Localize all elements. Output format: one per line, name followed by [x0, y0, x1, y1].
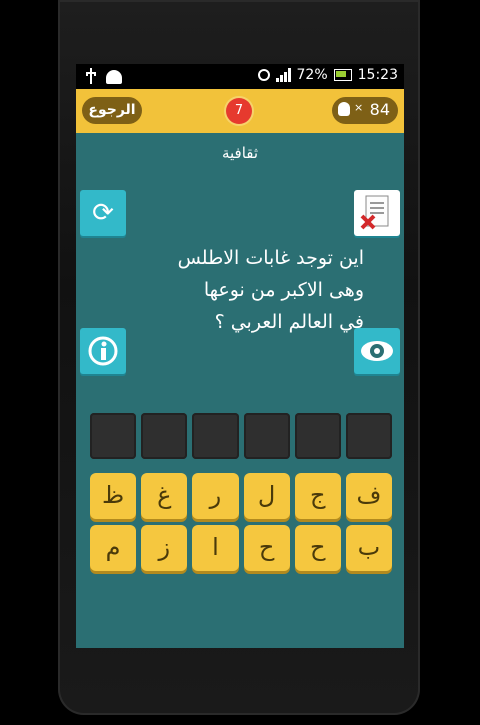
info-button[interactable]	[80, 328, 126, 374]
answer-slot[interactable]	[345, 413, 393, 459]
answer-slots	[90, 413, 393, 459]
status-bar: 72% 15:23	[76, 64, 404, 89]
question-line: وهى الاكبر من نوعها	[203, 279, 364, 301]
level-badge: 7	[226, 98, 252, 124]
letter-key[interactable]: ل	[243, 473, 290, 519]
refresh-icon: ⟳	[92, 198, 114, 228]
signal-icon	[275, 68, 291, 82]
usb-icon	[86, 68, 96, 84]
battery-icon	[333, 69, 352, 81]
letter-key[interactable]: ب	[345, 525, 392, 571]
letter-key[interactable]: ا	[192, 525, 239, 571]
answer-slot[interactable]	[141, 413, 188, 459]
info-icon	[88, 336, 118, 366]
question-text: اين توجد غابات الاطلس وهى الاكبر من نوعه…	[128, 242, 364, 338]
letter-key[interactable]: م	[90, 525, 137, 571]
top-bar: الرجوع 7 × 84	[76, 89, 404, 133]
answer-slot[interactable]	[243, 413, 290, 459]
answer-slot[interactable]	[192, 413, 239, 459]
delete-letters-icon	[360, 195, 389, 230]
hints-multiplier: ×	[354, 101, 364, 114]
game-screen: 72% 15:23 الرجوع 7 × 84 ثقافية ⟳ اين توج…	[76, 64, 404, 648]
alarm-icon	[257, 69, 270, 81]
letter-key[interactable]: ج	[294, 473, 341, 519]
letter-key[interactable]: ح	[294, 525, 341, 571]
eye-icon	[361, 341, 393, 361]
bulb-icon	[338, 102, 350, 116]
clock: 15:23	[357, 67, 398, 83]
answer-slot[interactable]	[294, 413, 341, 459]
question-line: اين توجد غابات الاطلس	[177, 247, 364, 269]
category-title: ثقافية	[221, 144, 259, 162]
question-line: في العالم العربي ؟	[214, 311, 364, 333]
battery-percent: 72%	[296, 67, 328, 83]
letter-key[interactable]: غ	[141, 473, 188, 519]
refresh-button[interactable]: ⟳	[80, 190, 126, 236]
letter-key[interactable]: ر	[192, 473, 239, 519]
letter-key[interactable]: ز	[141, 525, 188, 571]
letter-keyboard: ظ غ ر ل ج ف م ز ا ح ح ب	[90, 473, 392, 571]
hints-counter[interactable]: × 84	[332, 97, 398, 124]
answer-slot[interactable]	[90, 413, 137, 459]
hints-count: 84	[369, 100, 390, 119]
letter-key[interactable]: ظ	[90, 473, 137, 519]
delete-letters-button[interactable]	[354, 190, 400, 236]
letter-key[interactable]: ح	[243, 525, 290, 571]
android-icon	[106, 70, 122, 84]
letter-key[interactable]: ف	[345, 473, 392, 519]
back-button[interactable]: الرجوع	[82, 97, 142, 124]
